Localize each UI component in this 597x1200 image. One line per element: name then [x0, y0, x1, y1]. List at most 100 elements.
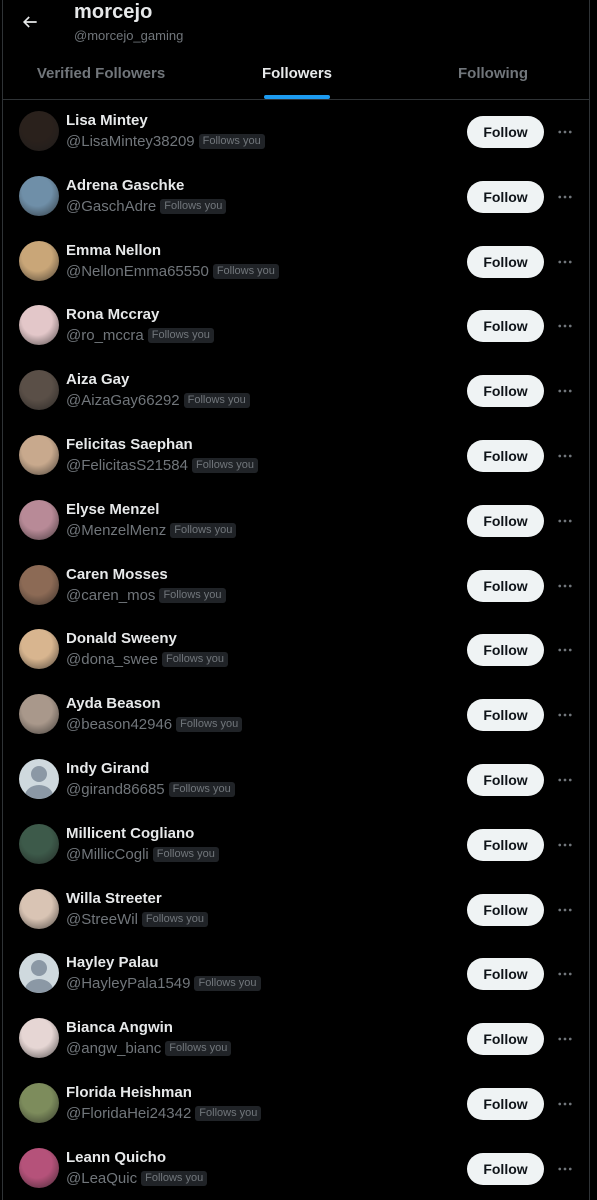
more-options-button[interactable] — [553, 574, 577, 598]
user-row[interactable]: Ayda Beason @beason42946 Follows you Fol… — [3, 683, 589, 748]
follow-button[interactable]: Follow — [467, 439, 544, 472]
profile-photo-avatar[interactable] — [19, 564, 59, 605]
more-horizontal-icon — [558, 195, 572, 199]
more-options-button[interactable] — [553, 1027, 577, 1051]
user-name[interactable]: Leann Quicho — [66, 1149, 166, 1166]
handle-line: @NellonEmma65550 Follows you — [66, 263, 279, 280]
profile-photo-avatar[interactable] — [19, 694, 59, 735]
profile-photo-avatar[interactable] — [19, 499, 59, 540]
follow-button[interactable]: Follow — [467, 310, 544, 343]
user-name[interactable]: Lisa Mintey — [66, 112, 148, 129]
user-name[interactable]: Aiza Gay — [66, 371, 129, 388]
follow-button[interactable]: Follow — [467, 569, 544, 602]
more-options-button[interactable] — [553, 833, 577, 857]
follow-button[interactable]: Follow — [467, 504, 544, 537]
user-row[interactable]: Elyse Menzel @MenzelMenz Follows you Fol… — [3, 489, 589, 554]
more-options-button[interactable] — [553, 1157, 577, 1181]
follow-button[interactable]: Follow — [467, 634, 544, 667]
user-name[interactable]: Adrena Gaschke — [66, 177, 184, 194]
user-row[interactable]: Felicitas Saephan @FelicitasS21584 Follo… — [3, 424, 589, 489]
follow-button[interactable]: Follow — [467, 1023, 544, 1056]
follow-button[interactable]: Follow — [467, 828, 544, 861]
profile-photo-avatar[interactable] — [19, 823, 59, 864]
more-options-button[interactable] — [553, 379, 577, 403]
user-name[interactable]: Bianca Angwin — [66, 1019, 173, 1036]
follow-button[interactable]: Follow — [467, 1152, 544, 1185]
profile-photo-avatar[interactable] — [19, 629, 59, 670]
more-horizontal-icon — [558, 1167, 572, 1171]
user-name[interactable]: Indy Girand — [66, 760, 149, 777]
more-options-button[interactable] — [553, 250, 577, 274]
user-row[interactable]: Willa Streeter @StreeWil Follows you Fol… — [3, 878, 589, 943]
profile-photo-avatar[interactable] — [19, 175, 59, 216]
user-row[interactable]: Bianca Angwin @angw_bianc Follows you Fo… — [3, 1007, 589, 1072]
user-name[interactable]: Donald Sweeny — [66, 630, 177, 647]
avatar-body-shape — [25, 784, 53, 799]
follows-you-badge: Follows you — [191, 457, 259, 473]
profile-photo-avatar[interactable] — [19, 370, 59, 411]
profile-photo-avatar[interactable] — [19, 111, 59, 151]
user-name[interactable]: Elyse Menzel — [66, 501, 159, 518]
profile-photo-avatar[interactable] — [19, 888, 59, 929]
more-horizontal-icon — [558, 778, 572, 782]
tab-following[interactable]: Following — [395, 48, 591, 99]
more-options-button[interactable] — [553, 962, 577, 986]
back-button[interactable] — [13, 5, 47, 39]
user-handle: @FloridaHei24342 — [66, 1104, 192, 1122]
follow-button[interactable]: Follow — [467, 893, 544, 926]
user-row[interactable]: Aiza Gay @AizaGay66292 Follows you Follo… — [3, 359, 589, 424]
tab-followers[interactable]: Followers — [199, 48, 395, 99]
profile-photo-avatar[interactable] — [19, 240, 59, 281]
user-name[interactable]: Ayda Beason — [66, 695, 160, 712]
user-row[interactable]: Rona Mccray @ro_mccra Follows you Follow — [3, 294, 589, 359]
user-name[interactable]: Emma Nellon — [66, 242, 161, 259]
user-row[interactable]: Florida Heishman @FloridaHei24342 Follow… — [3, 1072, 589, 1137]
more-options-button[interactable] — [553, 444, 577, 468]
user-name[interactable]: Florida Heishman — [66, 1084, 192, 1101]
profile-photo-avatar[interactable] — [19, 1018, 59, 1059]
more-horizontal-icon — [558, 713, 572, 717]
user-handle: @GaschAdre — [66, 197, 157, 215]
user-row[interactable]: Leann Quicho @LeaQuic Follows you Follow — [3, 1137, 589, 1200]
follow-button[interactable]: Follow — [467, 180, 544, 213]
follow-button[interactable]: Follow — [467, 375, 544, 408]
user-row[interactable]: Hayley Palau @HayleyPala1549 Follows you… — [3, 942, 589, 1007]
tab-verified-followers[interactable]: Verified Followers — [3, 48, 199, 99]
follow-button[interactable]: Follow — [467, 245, 544, 278]
default-avatar[interactable] — [19, 758, 59, 799]
profile-photo-avatar[interactable] — [19, 1082, 59, 1123]
follow-button[interactable]: Follow — [467, 116, 544, 148]
more-options-button[interactable] — [553, 703, 577, 727]
follow-button[interactable]: Follow — [467, 763, 544, 796]
user-name[interactable]: Millicent Cogliano — [66, 825, 194, 842]
user-row[interactable]: Millicent Cogliano @MillicCogli Follows … — [3, 813, 589, 878]
profile-photo-avatar[interactable] — [19, 434, 59, 475]
default-avatar[interactable] — [19, 953, 59, 994]
more-options-button[interactable] — [553, 185, 577, 209]
follow-button[interactable]: Follow — [467, 1087, 544, 1120]
follows-you-badge: Follows you — [170, 522, 237, 538]
user-name[interactable]: Felicitas Saephan — [66, 436, 193, 453]
profile-photo-avatar[interactable] — [19, 1147, 59, 1188]
follow-button[interactable]: Follow — [467, 699, 544, 732]
more-options-button[interactable] — [553, 120, 577, 144]
user-name[interactable]: Willa Streeter — [66, 890, 162, 907]
follow-button[interactable]: Follow — [467, 958, 544, 991]
more-options-button[interactable] — [553, 638, 577, 662]
user-row[interactable]: Lisa Mintey @LisaMintey38209 Follows you… — [3, 100, 589, 165]
user-row[interactable]: Caren Mosses @caren_mos Follows you Foll… — [3, 554, 589, 619]
profile-photo-avatar[interactable] — [19, 305, 59, 346]
user-name[interactable]: Hayley Palau — [66, 954, 159, 971]
more-options-button[interactable] — [553, 768, 577, 792]
user-row[interactable]: Donald Sweeny @dona_swee Follows you Fol… — [3, 618, 589, 683]
more-options-button[interactable] — [553, 314, 577, 338]
more-options-button[interactable] — [553, 509, 577, 533]
user-row[interactable]: Indy Girand @girand86685 Follows you Fol… — [3, 748, 589, 813]
user-name[interactable]: Rona Mccray — [66, 306, 159, 323]
user-name[interactable]: Caren Mosses — [66, 566, 168, 583]
more-options-button[interactable] — [553, 1092, 577, 1116]
more-options-button[interactable] — [553, 898, 577, 922]
more-horizontal-icon — [558, 908, 572, 911]
user-row[interactable]: Emma Nellon @NellonEmma65550 Follows you… — [3, 230, 589, 295]
user-row[interactable]: Adrena Gaschke @GaschAdre Follows you Fo… — [3, 165, 589, 230]
